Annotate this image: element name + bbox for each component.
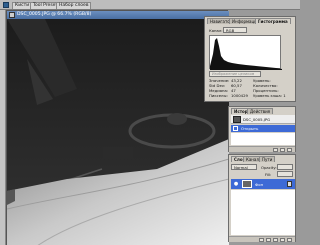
new-snapshot-icon[interactable]	[280, 148, 285, 152]
options-bar: Кисти Tool Presets Набор слоев	[0, 0, 300, 10]
new-group-icon[interactable]	[266, 238, 271, 242]
histogram-curve	[210, 38, 282, 70]
opacity-field[interactable]	[277, 164, 293, 170]
history-footer	[229, 146, 295, 152]
new-document-icon[interactable]	[273, 148, 278, 152]
photoshop-logo-icon	[3, 2, 9, 8]
snapshot-thumbnail	[233, 116, 241, 123]
layers-panel: Слои Каналы Пути Normal Opacity: Fill: ●…	[228, 154, 296, 242]
image-canvas[interactable]	[7, 19, 229, 245]
history-list-empty	[231, 133, 295, 145]
document-title-bar[interactable]: DSC_0005.JPG @ 66.7% (RGB/8)	[7, 11, 229, 19]
source-value: Изображение целиком	[212, 72, 255, 76]
layer-mask-icon[interactable]	[280, 238, 285, 242]
channel-label: Канал:	[209, 28, 223, 33]
history-panel: История Действия DSC_0005.JPG Открыть	[228, 106, 296, 152]
document-title: DSC_0005.JPG @ 66.7% (RGB/8)	[17, 12, 92, 17]
channel-value: RGB	[226, 28, 235, 33]
trash-icon[interactable]	[287, 148, 292, 152]
stats-left: Значение: 43,22 Std Dev: 60,57 Медиана: 47 …	[209, 78, 249, 98]
layers-footer	[229, 236, 295, 242]
layer-name: Фон	[255, 182, 264, 187]
opacity-label: Opacity:	[261, 165, 277, 170]
source-select[interactable]: Изображение целиком	[209, 71, 261, 77]
history-snapshot[interactable]: DSC_0005.JPG	[231, 115, 295, 124]
tab-actions[interactable]: Действия	[247, 108, 274, 114]
new-layer-icon[interactable]	[273, 238, 278, 242]
snapshot-label: DSC_0005.JPG	[243, 117, 271, 122]
tab-layer-comps[interactable]: Набор слоев	[56, 2, 92, 9]
cache-level-label: Уровень кэша: 1	[253, 93, 286, 98]
tab-paths[interactable]: Пути	[259, 156, 276, 162]
document-icon	[9, 12, 15, 18]
stat-row: Пикселы: 1000429	[209, 93, 249, 98]
stat-row: Уровень кэша: 1	[253, 93, 295, 98]
lock-icon	[287, 181, 292, 187]
fill-label: Fill:	[265, 172, 272, 177]
history-item[interactable]: Открыть	[231, 125, 295, 132]
fill-field[interactable]	[277, 171, 293, 177]
history-item-label: Открыть	[241, 126, 259, 131]
blend-mode-value: Normal	[234, 165, 248, 170]
stat-value: 1000429	[231, 93, 248, 98]
layers-list-empty	[231, 190, 295, 235]
layer-thumbnail	[242, 180, 252, 188]
new-fill-layer-icon[interactable]	[259, 238, 264, 242]
stat-label: Пикселы:	[209, 93, 228, 98]
eye-icon[interactable]: ●	[233, 181, 239, 187]
layer-row[interactable]: ● Фон	[231, 179, 295, 189]
history-state-icon	[233, 126, 238, 131]
car-photo	[7, 19, 229, 245]
channel-select[interactable]: RGB	[223, 27, 247, 33]
trash-icon[interactable]	[287, 238, 292, 242]
stats-right: Уровень: Количество: Процентиль: Уровень…	[253, 78, 295, 98]
histogram-panel: Навигатор Информация Гистограмма Канал: …	[204, 16, 296, 102]
histogram-graph	[209, 35, 282, 70]
tab-histogram[interactable]: Гистограмма	[255, 18, 291, 24]
photoshop-window: Кисти Tool Presets Набор слоев DSC_0005.…	[0, 0, 300, 245]
document-window[interactable]: DSC_0005.JPG @ 66.7% (RGB/8)	[6, 10, 229, 245]
blend-mode-select[interactable]: Normal	[231, 164, 257, 170]
